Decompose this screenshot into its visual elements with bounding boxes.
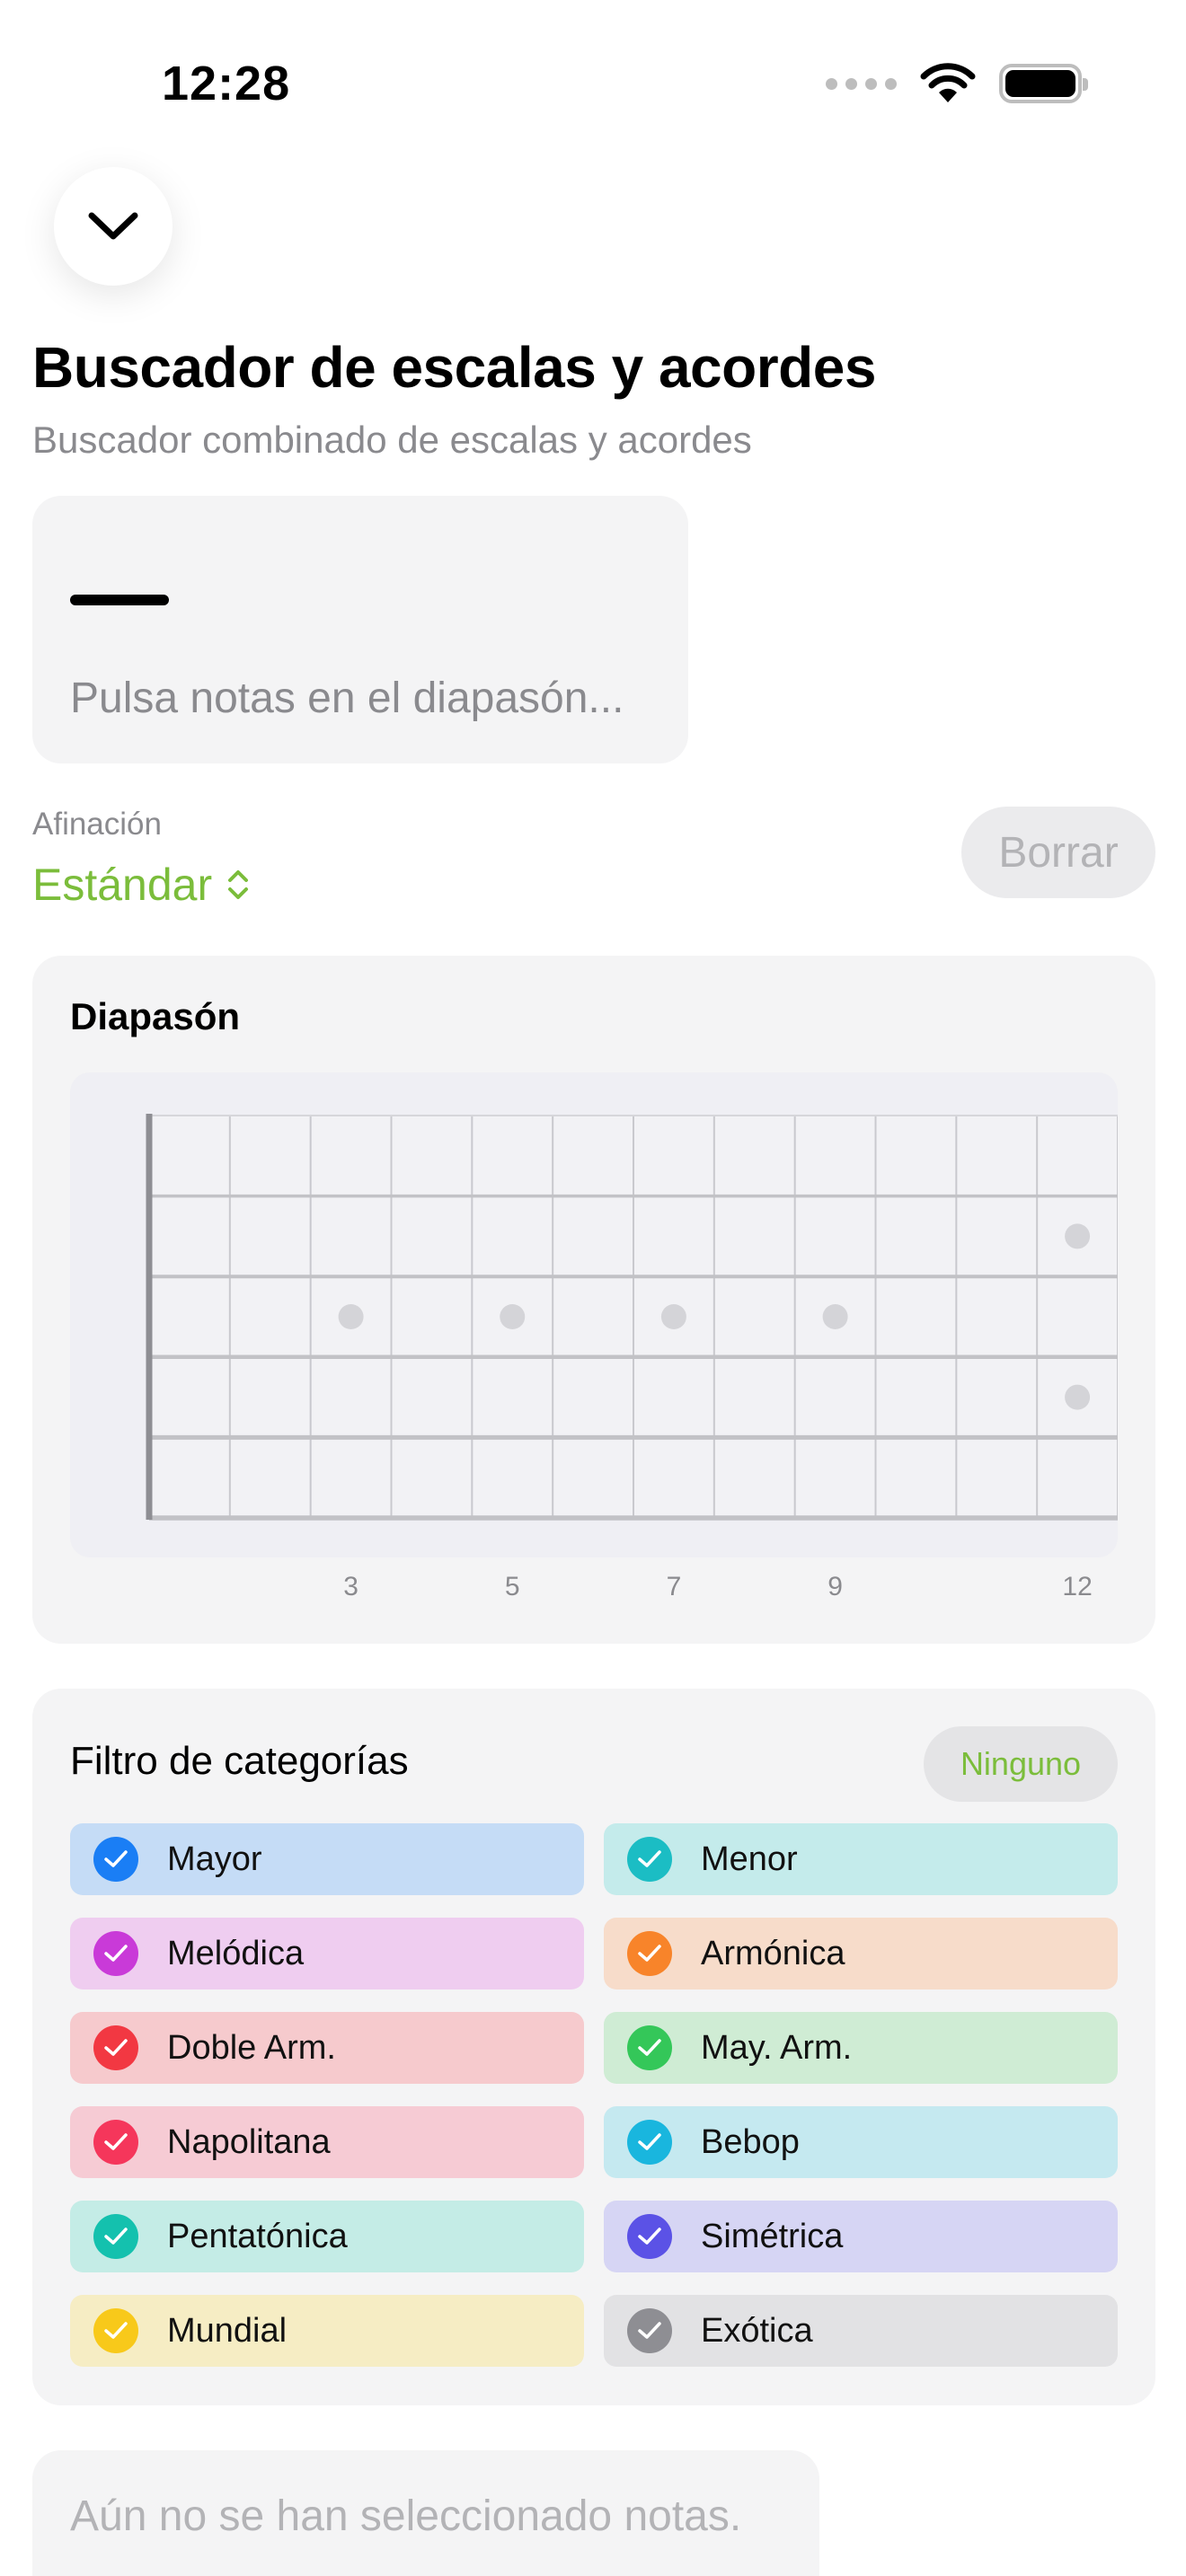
category-chip[interactable]: Melódica bbox=[70, 1918, 584, 1989]
dismiss-button[interactable] bbox=[54, 167, 173, 286]
category-chip[interactable]: May. Arm. bbox=[604, 2012, 1118, 2084]
fret-marker-dot bbox=[338, 1304, 364, 1329]
category-chip[interactable]: Simétrica bbox=[604, 2201, 1118, 2272]
category-chip-label: Simétrica bbox=[701, 2217, 844, 2255]
category-chip-label: May. Arm. bbox=[701, 2028, 853, 2067]
checkmark-icon bbox=[93, 2214, 138, 2259]
category-chip-label: Mundial bbox=[167, 2311, 288, 2350]
chevron-down-icon bbox=[88, 212, 138, 240]
status-icons bbox=[826, 63, 1088, 104]
tuning-value: Estándar bbox=[32, 860, 213, 910]
fretboard-card: Diapasón 3 5 7 9 12 bbox=[32, 956, 1155, 1644]
category-chip[interactable]: Bebop bbox=[604, 2106, 1118, 2178]
tuning-label: Afinación bbox=[32, 807, 162, 842]
category-chip[interactable]: Napolitana bbox=[70, 2106, 584, 2178]
category-chip-label: Menor bbox=[701, 1839, 798, 1878]
category-chip[interactable]: Pentatónica bbox=[70, 2201, 584, 2272]
checkmark-icon bbox=[93, 1931, 138, 1976]
category-chip-label: Mayor bbox=[167, 1839, 262, 1878]
fret-marker-dot bbox=[822, 1304, 848, 1329]
checkmark-icon bbox=[93, 2308, 138, 2353]
fret-marker-dot bbox=[660, 1304, 686, 1329]
category-chip[interactable]: Doble Arm. bbox=[70, 2012, 584, 2084]
fret-numbers: 3 5 7 9 12 bbox=[70, 1572, 1118, 1608]
category-chip[interactable]: Armónica bbox=[604, 1918, 1118, 1989]
category-chips: Mayor Menor Melódica Armónica Doble Arm. May.… bbox=[70, 1823, 1118, 2367]
select-none-button[interactable]: Ninguno bbox=[924, 1726, 1118, 1802]
category-chip[interactable]: Exótica bbox=[604, 2295, 1118, 2367]
category-filter-card: Filtro de categorías Ninguno Mayor Menor M… bbox=[32, 1689, 1155, 2405]
status-time: 12:28 bbox=[162, 57, 291, 110]
fret-number: 5 bbox=[504, 1572, 520, 1601]
category-chip[interactable]: Menor bbox=[604, 1823, 1118, 1895]
category-chip-label: Bebop bbox=[701, 2122, 800, 2161]
wifi-icon bbox=[920, 63, 976, 102]
tuning-picker[interactable]: Estándar bbox=[32, 859, 250, 911]
category-chip-label: Melódica bbox=[167, 1934, 305, 1972]
category-chip-label: Exótica bbox=[701, 2311, 813, 2350]
signal-dots-icon bbox=[826, 77, 897, 90]
checkmark-icon bbox=[93, 1837, 138, 1882]
fret-number: 7 bbox=[666, 1572, 682, 1601]
page-subtitle: Buscador combinado de escalas y acordes bbox=[32, 419, 752, 461]
notes-empty-dash bbox=[70, 595, 169, 605]
category-chip-label: Pentatónica bbox=[167, 2217, 348, 2255]
checkmark-icon bbox=[627, 2214, 672, 2259]
checkmark-icon bbox=[93, 2025, 138, 2070]
category-filter-title: Filtro de categorías bbox=[70, 1739, 409, 1783]
fretboard-svg[interactable] bbox=[70, 1072, 1118, 1557]
notes-placeholder: Pulsa notas en el diapasón... bbox=[70, 675, 624, 722]
category-chip[interactable]: Mundial bbox=[70, 2295, 584, 2367]
category-chip-label: Doble Arm. bbox=[167, 2028, 336, 2067]
fret-number: 9 bbox=[828, 1572, 843, 1601]
fret-marker-dot bbox=[500, 1304, 526, 1329]
results-card: Aún no se han seleccionado notas. bbox=[32, 2450, 819, 2576]
selected-notes-card: Pulsa notas en el diapasón... bbox=[32, 496, 688, 763]
battery-icon bbox=[999, 64, 1088, 103]
category-chip[interactable]: Mayor bbox=[70, 1823, 584, 1895]
category-chip-label: Armónica bbox=[701, 1934, 845, 1972]
fret-marker-dot bbox=[1065, 1384, 1091, 1410]
fret-number: 3 bbox=[343, 1572, 358, 1601]
fretboard-title: Diapasón bbox=[70, 995, 241, 1037]
category-chip-label: Napolitana bbox=[167, 2122, 331, 2161]
checkmark-icon bbox=[627, 2025, 672, 2070]
empty-results-text: Aún no se han seleccionado notas. bbox=[70, 2492, 742, 2540]
clear-button[interactable]: Borrar bbox=[961, 807, 1155, 898]
checkmark-icon bbox=[627, 1931, 672, 1976]
checkmark-icon bbox=[93, 2120, 138, 2165]
checkmark-icon bbox=[627, 2120, 672, 2165]
fret-marker-dot bbox=[1065, 1223, 1091, 1249]
checkmark-icon bbox=[627, 2308, 672, 2353]
fret-number: 12 bbox=[1062, 1572, 1093, 1601]
checkmark-icon bbox=[627, 1837, 672, 1882]
chevron-up-down-icon bbox=[228, 870, 249, 899]
page-title: Buscador de escalas y acordes bbox=[32, 335, 876, 400]
fretboard[interactable] bbox=[70, 1072, 1118, 1557]
